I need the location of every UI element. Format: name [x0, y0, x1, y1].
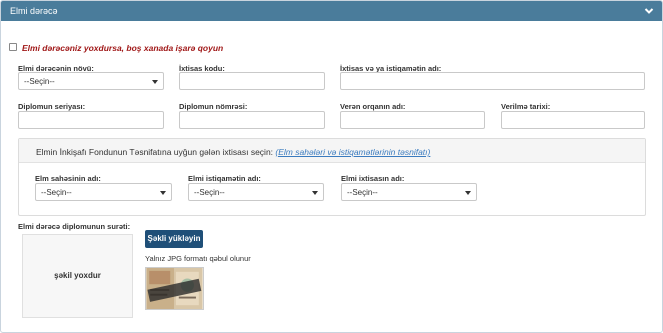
diploma-series-input[interactable] [18, 111, 164, 129]
science-field-label: Elm sahəsinin adı: [35, 174, 101, 183]
issuer-label: Verən orqanın adı: [340, 102, 406, 111]
diploma-number-input[interactable] [179, 111, 325, 129]
degree-type-select[interactable]: --Seçin-- [18, 72, 164, 90]
chevron-down-icon [160, 191, 166, 195]
diploma-photo-placeholder: şəkil yoxdur [22, 234, 133, 318]
issue-date-input[interactable] [501, 111, 645, 129]
no-degree-label: Elmi dərəcəniz yoxdursa, boş xanada işar… [22, 43, 224, 53]
issuer-input[interactable] [340, 111, 485, 129]
issue-date-label: Verilmə tarixi: [501, 102, 551, 111]
chevron-down-icon [465, 191, 471, 195]
classification-intro-text: Elmin İnkişafı Fondunun Təsnifatına uyğu… [36, 147, 276, 157]
science-field-value: --Seçin-- [41, 188, 72, 197]
chevron-down-icon [312, 191, 318, 195]
specialty-code-input[interactable] [179, 72, 325, 90]
science-direction-label: Elmi istiqamətin adı: [188, 174, 261, 183]
specialty-name-input[interactable] [340, 72, 645, 90]
science-field-select[interactable]: --Seçin-- [35, 183, 172, 201]
science-specialty-label: Elmi ixtisasın adı: [341, 174, 405, 183]
classification-intro: Elmin İnkişafı Fondunun Təsnifatına uyğu… [36, 147, 430, 157]
diploma-copy-label: Elmi dərəcə diplomunun surəti: [18, 222, 131, 231]
science-specialty-value: --Seçin-- [347, 188, 378, 197]
no-image-text: şəkil yoxdur [54, 271, 101, 280]
sample-diploma-image [145, 267, 204, 310]
classification-header: Elmin İnkişafı Fondunun Təsnifatına uyğu… [19, 139, 645, 163]
science-direction-select[interactable]: --Seçin-- [188, 183, 324, 201]
chevron-down-icon [152, 80, 158, 84]
science-specialty-select[interactable]: --Seçin-- [341, 183, 477, 201]
degree-type-value: --Seçin-- [24, 77, 55, 86]
classification-panel: Elmin İnkişafı Fondunun Təsnifatına uyğu… [18, 138, 646, 216]
panel-title: Elmi dərəcə [10, 6, 58, 16]
no-degree-checkbox[interactable] [9, 43, 17, 51]
jpg-hint: Yalnız JPG formatı qəbul olunur [145, 254, 251, 263]
classification-link[interactable]: (Elm sahələri və istiqamətlərinin təsnif… [275, 147, 430, 157]
diploma-number-label: Diplomun nömrəsi: [179, 102, 248, 111]
science-direction-value: --Seçin-- [194, 188, 225, 197]
chevron-down-icon[interactable] [644, 6, 654, 16]
diploma-series-label: Diplomun seriyası: [18, 102, 86, 111]
scientific-degree-panel: Elmi dərəcə Elmi dərəcəniz yoxdursa, boş… [0, 0, 663, 333]
panel-header[interactable]: Elmi dərəcə [1, 1, 662, 21]
upload-photo-button[interactable]: Şəkli yükləyin [145, 230, 203, 248]
